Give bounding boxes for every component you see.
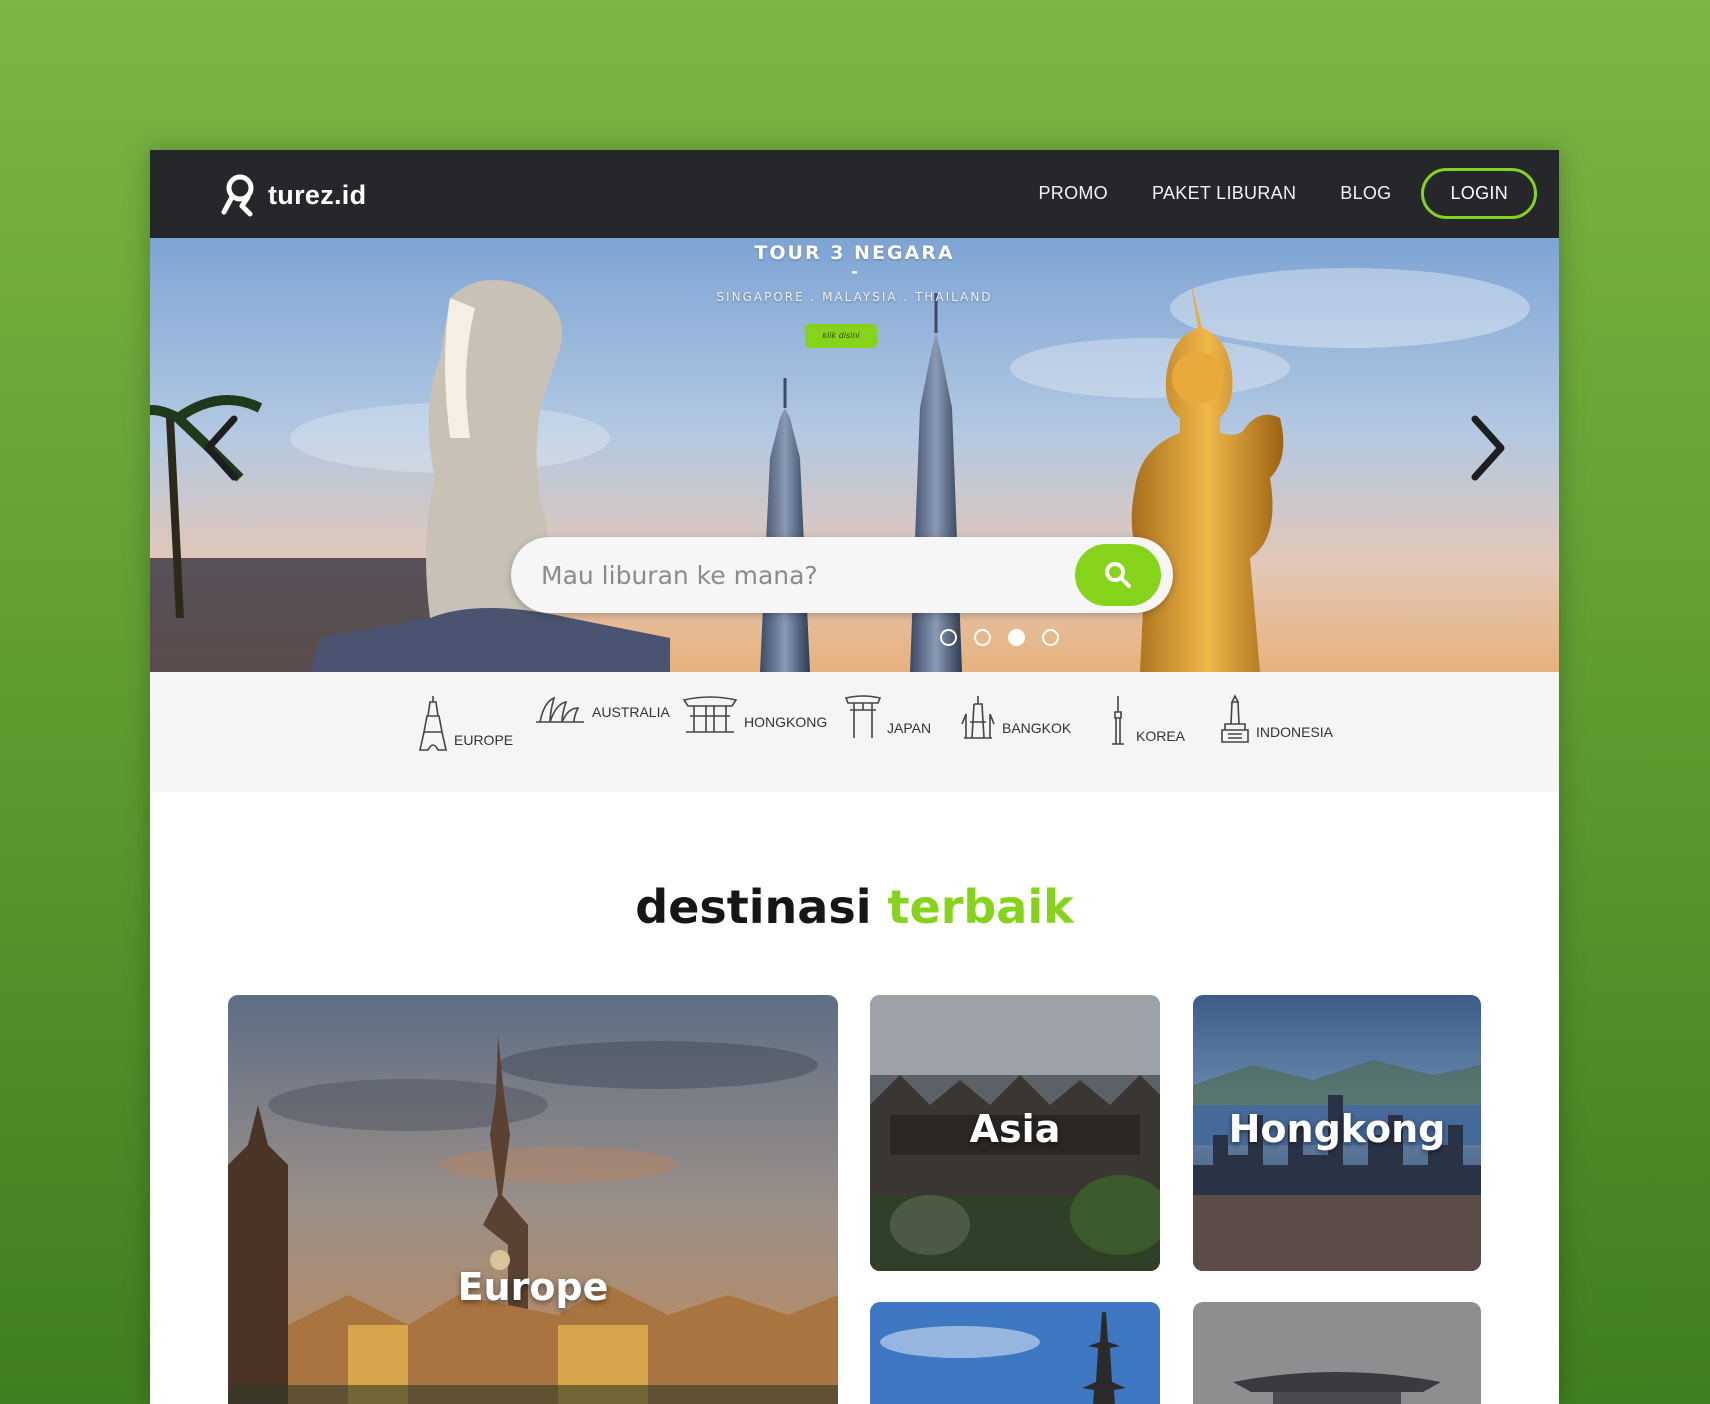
nav-paket-liburan[interactable]: PAKET LIBURAN bbox=[1152, 183, 1296, 204]
destination-card-korea-partial[interactable] bbox=[1193, 1302, 1481, 1404]
logo-icon bbox=[221, 174, 254, 217]
nav-blog[interactable]: BLOG bbox=[1340, 183, 1391, 204]
gate-icon bbox=[682, 696, 738, 733]
search-button[interactable] bbox=[1075, 544, 1161, 606]
browser-frame: turez.id PROMO PAKET LIBURAN BLOG LOGIN bbox=[150, 150, 1559, 1404]
carousel-next-button[interactable] bbox=[1467, 413, 1511, 483]
category-korea[interactable]: KOREA bbox=[1106, 694, 1185, 748]
hero-title: TOUR 3 NEGARA bbox=[754, 242, 955, 264]
section-title: destinasi terbaik bbox=[150, 880, 1559, 934]
category-indonesia[interactable]: INDONESIA bbox=[1220, 694, 1333, 744]
hero-dash: - bbox=[851, 262, 858, 281]
torii-icon bbox=[845, 695, 881, 738]
logo-link[interactable]: turez.id bbox=[220, 172, 366, 218]
destination-card-asia[interactable]: Asia bbox=[870, 995, 1160, 1271]
destination-label: Europe bbox=[457, 1265, 609, 1309]
category-label: AUSTRALIA bbox=[592, 704, 670, 720]
section-title-part2: terbaik bbox=[887, 880, 1074, 934]
carousel-indicators bbox=[940, 629, 1059, 646]
carousel-dot-4[interactable] bbox=[1042, 629, 1059, 646]
temple-icon bbox=[961, 696, 995, 739]
category-japan[interactable]: JAPAN bbox=[845, 694, 931, 740]
main-nav: PROMO PAKET LIBURAN BLOG LOGIN bbox=[1038, 168, 1537, 219]
carousel-prev-button[interactable] bbox=[198, 413, 242, 483]
palace-image bbox=[1193, 1302, 1481, 1404]
monument-icon bbox=[1221, 694, 1249, 743]
logo-text: turez.id bbox=[268, 179, 367, 210]
destination-label: Asia bbox=[969, 1107, 1061, 1151]
category-hongkong[interactable]: HONGKONG bbox=[682, 694, 827, 734]
category-label: EUROPE bbox=[454, 732, 514, 748]
category-australia[interactable]: AUSTRALIA bbox=[534, 694, 670, 724]
hero-carousel: TOUR 3 NEGARA - SINGAPORE . MALAYSIA . T… bbox=[150, 238, 1559, 672]
category-label: JAPAN bbox=[887, 720, 932, 736]
carousel-dot-2[interactable] bbox=[974, 629, 991, 646]
chevron-left-icon bbox=[204, 415, 238, 481]
carousel-dot-1[interactable] bbox=[940, 629, 957, 646]
category-label: INDONESIA bbox=[1256, 724, 1334, 740]
login-button[interactable]: LOGIN bbox=[1421, 168, 1537, 219]
opera-house-icon bbox=[536, 696, 584, 723]
category-europe[interactable]: EUROPE bbox=[418, 694, 513, 752]
chevron-right-icon bbox=[1471, 415, 1505, 481]
eiffel-tower-icon bbox=[419, 696, 447, 751]
category-label: HONGKONG bbox=[744, 714, 828, 730]
nav-promo[interactable]: PROMO bbox=[1038, 183, 1108, 204]
category-label: KOREA bbox=[1136, 728, 1186, 744]
hero-subtitle: SINGAPORE . MALAYSIA . THAILAND bbox=[716, 290, 993, 304]
category-label: BANGKOK bbox=[1002, 720, 1072, 736]
europe-image bbox=[228, 995, 838, 1404]
destination-card-europe[interactable]: Europe bbox=[228, 995, 838, 1404]
pagoda-image bbox=[870, 1302, 1160, 1404]
search-bar bbox=[511, 537, 1173, 613]
section-title-part1: destinasi bbox=[635, 880, 872, 934]
destination-label: Hongkong bbox=[1228, 1107, 1446, 1151]
tower-icon bbox=[1112, 696, 1124, 745]
category-strip: EUROPE AUSTRALIA HONGKONG JAPAN BANGKOK bbox=[150, 672, 1559, 792]
destination-card-hongkong[interactable]: Hongkong bbox=[1193, 995, 1481, 1271]
hero-cta-button[interactable]: klik disini bbox=[805, 324, 877, 348]
navbar: turez.id PROMO PAKET LIBURAN BLOG LOGIN bbox=[150, 150, 1559, 238]
search-input[interactable] bbox=[541, 537, 1061, 613]
search-icon bbox=[1105, 562, 1131, 588]
destination-card-japan-partial[interactable] bbox=[870, 1302, 1160, 1404]
carousel-dot-3[interactable] bbox=[1008, 629, 1025, 646]
category-bangkok[interactable]: BANGKOK bbox=[960, 694, 1071, 740]
